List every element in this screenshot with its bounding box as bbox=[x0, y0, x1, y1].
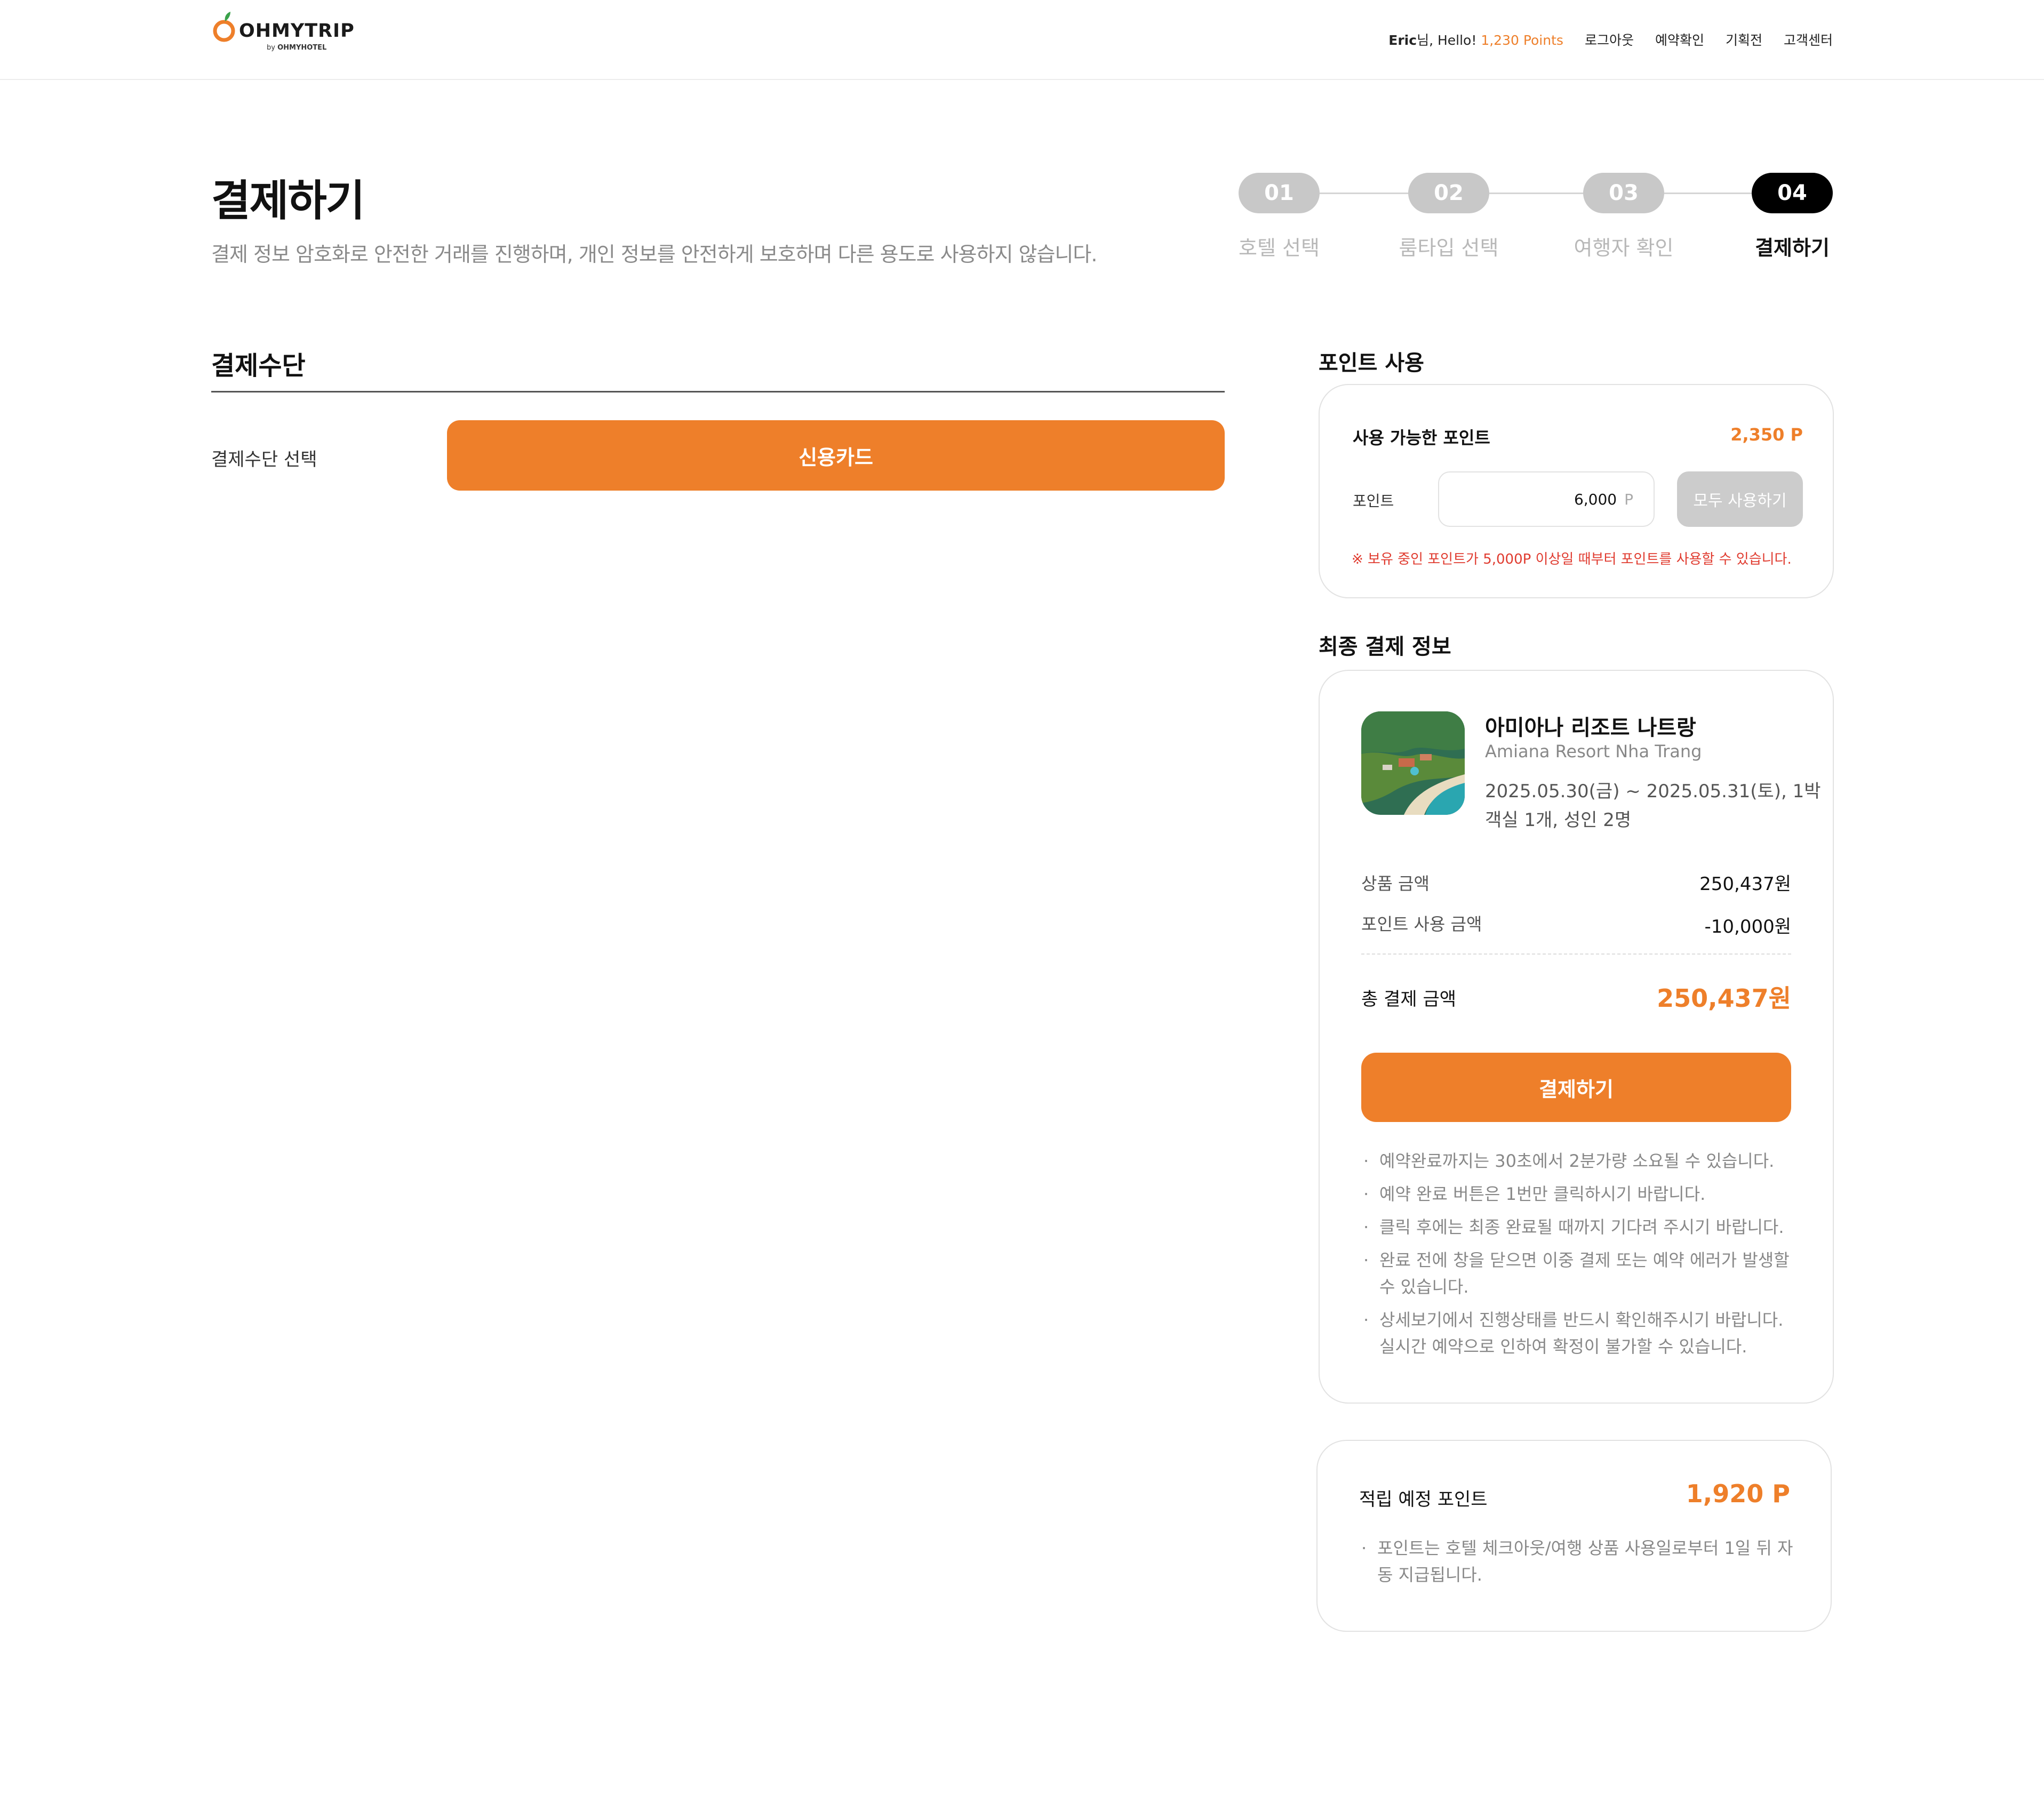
nav-logout[interactable]: 로그아웃 bbox=[1585, 30, 1634, 49]
step-2-label: 룸타입 선택 bbox=[1399, 236, 1499, 260]
nav-reservation-check[interactable]: 예약확인 bbox=[1655, 30, 1704, 49]
user-greeting: Eric님, Hello! 1,230 Points bbox=[1388, 30, 1563, 49]
points-section-title: 포인트 사용 bbox=[1319, 351, 1424, 375]
payment-method-label: 결제수단 선택 bbox=[211, 449, 317, 470]
hotel-thumbnail-image[interactable] bbox=[1361, 711, 1465, 815]
user-points: 1,230 Points bbox=[1481, 33, 1563, 48]
note-item: 완료 전에 창을 닫으면 이중 결제 또는 예약 에러가 발생할 수 있습니다. bbox=[1361, 1247, 1799, 1300]
use-all-points-button[interactable]: 모두 사용하기 bbox=[1677, 471, 1803, 527]
available-points-label: 사용 가능한 포인트 bbox=[1353, 428, 1490, 448]
payment-notes: 예약완료까지는 30초에서 2분가량 소요될 수 있습니다. 예약 완료 버튼은… bbox=[1361, 1148, 1799, 1366]
note-item: 상세보기에서 진행상태를 반드시 확인해주시기 바랍니다. 실시간 예약으로 인… bbox=[1361, 1307, 1799, 1360]
orange-logo-icon bbox=[213, 12, 235, 42]
final-payment-title: 최종 결제 정보 bbox=[1319, 635, 1451, 659]
credit-card-option-button[interactable]: 신용카드 bbox=[447, 420, 1225, 491]
points-input-label: 포인트 bbox=[1353, 492, 1394, 510]
earn-points-notes: 포인트는 호텔 체크아웃/여행 상품 사용일로부터 1일 뒤 자동 지급됩니다. bbox=[1359, 1535, 1797, 1588]
available-points-value: 2,350 P bbox=[1730, 424, 1803, 445]
step-2-badge: 02 bbox=[1408, 173, 1489, 213]
point-discount-value: -10,000원 bbox=[1704, 916, 1791, 937]
page-description: 결제 정보 암호화로 안전한 거래를 진행하며, 개인 정보를 안전하게 보호하… bbox=[211, 243, 1097, 266]
points-warning-note: ※ 보유 중인 포인트가 5,000P 이상일 때부터 포인트를 사용할 수 있… bbox=[1352, 551, 1792, 567]
step-4-label: 결제하기 bbox=[1755, 236, 1830, 260]
pay-button[interactable]: 결제하기 bbox=[1361, 1053, 1791, 1122]
logo-brand-text: OHMYHOTEL bbox=[277, 44, 327, 52]
step-1-label: 호텔 선택 bbox=[1239, 236, 1320, 260]
greeting-text: 님, Hello! bbox=[1417, 33, 1477, 48]
step-4-badge: 04 bbox=[1752, 173, 1833, 213]
stay-dates: 2025.05.30(금) ~ 2025.05.31(토), 1박 bbox=[1485, 781, 1821, 802]
step-3-label: 여행자 확인 bbox=[1574, 236, 1674, 260]
top-nav: Eric님, Hello! 1,230 Points 로그아웃 예약확인 기획전… bbox=[1388, 30, 1833, 49]
note-item: 예약 완료 버튼은 1번만 클릭하시기 바랍니다. bbox=[1361, 1181, 1799, 1207]
note-item: 예약완료까지는 30초에서 2분가량 소요될 수 있습니다. bbox=[1361, 1148, 1799, 1174]
note-item: 클릭 후에는 최종 완료될 때까지 기다려 주시기 바랍니다. bbox=[1361, 1214, 1799, 1240]
product-price-label: 상품 금액 bbox=[1361, 874, 1430, 894]
nav-promotions[interactable]: 기획전 bbox=[1726, 30, 1762, 49]
hotel-name-en: Amiana Resort Nha Trang bbox=[1485, 741, 1702, 762]
logo-byline: by OHMYHOTEL bbox=[267, 44, 326, 52]
hotel-name-ko: 아미아나 리조트 나트랑 bbox=[1485, 716, 1696, 740]
earn-note-item: 포인트는 호텔 체크아웃/여행 상품 사용일로부터 1일 뒤 자동 지급됩니다. bbox=[1359, 1535, 1797, 1588]
section-divider bbox=[211, 391, 1225, 392]
summary-divider bbox=[1361, 953, 1791, 955]
points-input[interactable]: 6,000 P bbox=[1438, 471, 1655, 527]
resort-aerial-photo bbox=[1361, 711, 1465, 815]
points-input-value: 6,000 bbox=[1574, 490, 1617, 508]
user-name: Eric bbox=[1388, 33, 1417, 48]
page-title: 결제하기 bbox=[211, 176, 365, 226]
nav-customer-center[interactable]: 고객센터 bbox=[1784, 30, 1833, 49]
total-amount-value: 250,437원 bbox=[1657, 984, 1791, 1013]
product-price-value: 250,437원 bbox=[1699, 874, 1791, 895]
step-1-badge: 01 bbox=[1239, 173, 1320, 213]
logo-by-text: by bbox=[267, 44, 275, 52]
room-guest-info: 객실 1개, 성인 2명 bbox=[1485, 810, 1632, 831]
point-discount-label: 포인트 사용 금액 bbox=[1361, 914, 1482, 934]
points-input-unit: P bbox=[1624, 490, 1633, 508]
step-3-badge: 03 bbox=[1583, 173, 1664, 213]
logo-wordmark[interactable]: OHMYTRIP bbox=[239, 20, 355, 42]
payment-method-title: 결제수단 bbox=[211, 351, 306, 381]
total-amount-label: 총 결제 금액 bbox=[1361, 989, 1457, 1010]
earn-points-value: 1,920 P bbox=[1686, 1479, 1790, 1508]
earn-points-label: 적립 예정 포인트 bbox=[1359, 1489, 1488, 1510]
